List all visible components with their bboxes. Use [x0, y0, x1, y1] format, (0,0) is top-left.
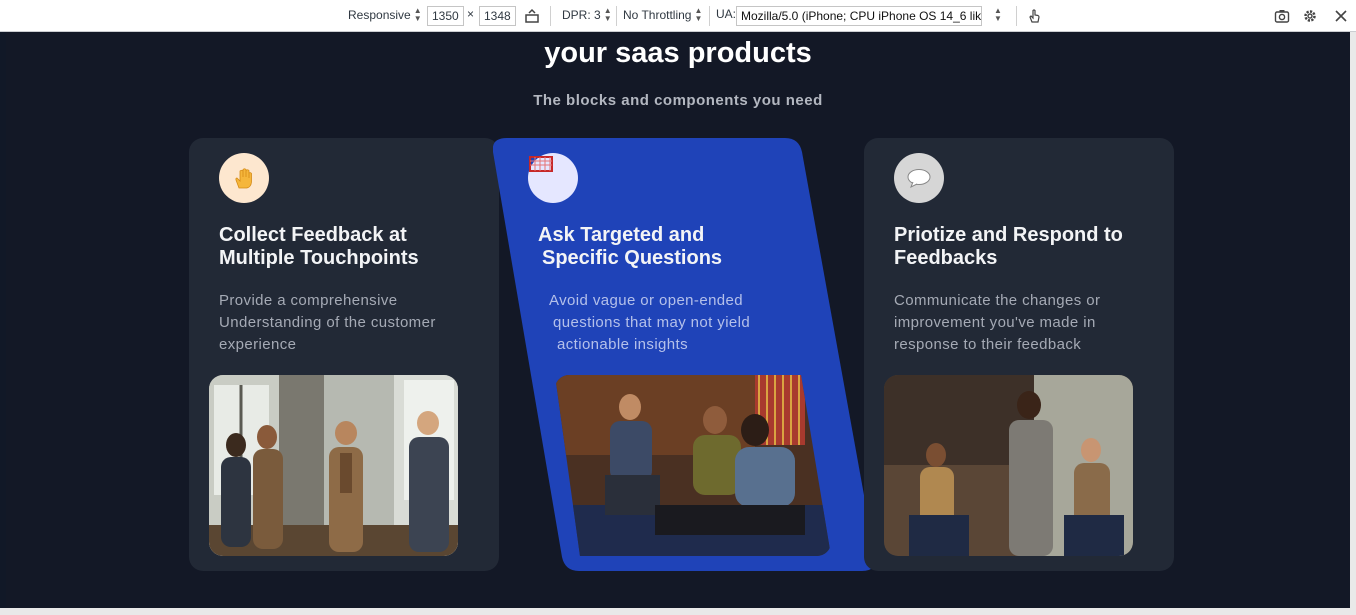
card-text-line: response to their feedback	[894, 336, 1082, 353]
hero-title: your saas products	[544, 37, 812, 69]
dimension-separator: ×	[467, 7, 474, 21]
card-title: Ask Targeted and Specific Questions	[538, 224, 798, 270]
card-text-line: Avoid vague or open-ended	[549, 292, 744, 309]
viewport-right-gutter	[1350, 32, 1356, 608]
panel-discussion-photo	[555, 375, 831, 556]
ua-label-text: UA:	[716, 7, 737, 21]
card-title-line: Multiple Touchpoints	[219, 247, 419, 269]
goal-net-icon	[528, 153, 578, 203]
team-meeting-photo	[209, 375, 458, 556]
card-text-line: questions that may not yield	[553, 314, 751, 331]
throttling-select[interactable]: No Throttling ▲ ▼	[623, 7, 702, 23]
card-description: Provide a comprehensive Understanding of…	[219, 290, 489, 356]
dpr-label: DPR: 3	[562, 8, 601, 22]
screenshot-icon[interactable]	[1272, 6, 1292, 26]
card-title-line: Specific Questions	[542, 247, 723, 269]
feature-card-targeted-questions: Ask Targeted and Specific Questions Avoi…	[493, 138, 873, 571]
height-input[interactable]: 1348	[479, 6, 516, 26]
ua-select[interactable]: ▲ ▼	[994, 7, 1002, 23]
viewport-bottom-gutter	[0, 608, 1356, 615]
select-arrows-icon: ▲ ▼	[603, 6, 612, 23]
card-text-line: improvement you've made in	[894, 314, 1096, 331]
card-description: Communicate the changes or improvement y…	[894, 290, 1164, 356]
select-arrows-icon: ▲ ▼	[994, 6, 1002, 23]
dpr-select[interactable]: DPR: 3 ▲ ▼	[562, 7, 612, 23]
card-title-line: Ask Targeted and	[538, 224, 705, 246]
close-icon[interactable]	[1331, 6, 1351, 26]
throttling-label: No Throttling	[623, 8, 692, 22]
select-arrows-icon: ▲ ▼	[413, 6, 422, 23]
feature-card-collect-feedback: Collect Feedback at Multiple Touchpoints…	[189, 138, 499, 571]
settings-gear-icon[interactable]	[1300, 6, 1320, 26]
card-title-line: Feedbacks	[894, 247, 998, 269]
ua-label: UA:	[716, 7, 736, 21]
height-value: 1348	[484, 9, 511, 23]
card-title: Priotize and Respond to Feedbacks	[894, 224, 1164, 270]
card-text-line: Understanding of the customer	[219, 314, 436, 331]
rotate-icon[interactable]	[522, 6, 542, 26]
page-viewport: your saas products The blocks and compon…	[6, 32, 1350, 608]
user-agent-value: Mozilla/5.0 (iPhone; CPU iPhone OS 14_6 …	[741, 9, 982, 23]
feature-card-prioritize-respond: Priotize and Respond to Feedbacks Commun…	[864, 138, 1174, 571]
card-text-line: experience	[219, 336, 297, 353]
card-description: Avoid vague or open-ended questions that…	[549, 290, 819, 356]
card-text-line: Provide a comprehensive	[219, 292, 398, 309]
speech-bubble-icon	[894, 153, 944, 203]
device-select-label: Responsive	[348, 8, 411, 22]
width-value: 1350	[432, 9, 459, 23]
hero-subtitle: The blocks and components you need	[533, 92, 823, 109]
user-agent-input[interactable]: Mozilla/5.0 (iPhone; CPU iPhone OS 14_6 …	[736, 6, 982, 26]
card-text-line: Communicate the changes or	[894, 292, 1101, 309]
times-label: ×	[467, 7, 475, 21]
select-arrows-icon: ▲ ▼	[694, 6, 703, 23]
presentation-photo	[884, 375, 1133, 556]
card-title: Collect Feedback at Multiple Touchpoints	[219, 224, 479, 270]
card-title-line: Priotize and Respond to	[894, 224, 1123, 246]
devtools-device-toolbar: Responsive ▲ ▼ 1350 × 1348 DPR: 3 ▲ ▼ No T…	[0, 0, 1356, 32]
width-input[interactable]: 1350	[427, 6, 464, 26]
card-title-line: Collect Feedback at	[219, 224, 407, 246]
raised-hand-icon	[219, 153, 269, 203]
card-text-line: actionable insights	[557, 336, 689, 353]
touch-hand-icon[interactable]	[1024, 6, 1044, 26]
device-select[interactable]: Responsive ▲ ▼	[348, 7, 422, 23]
